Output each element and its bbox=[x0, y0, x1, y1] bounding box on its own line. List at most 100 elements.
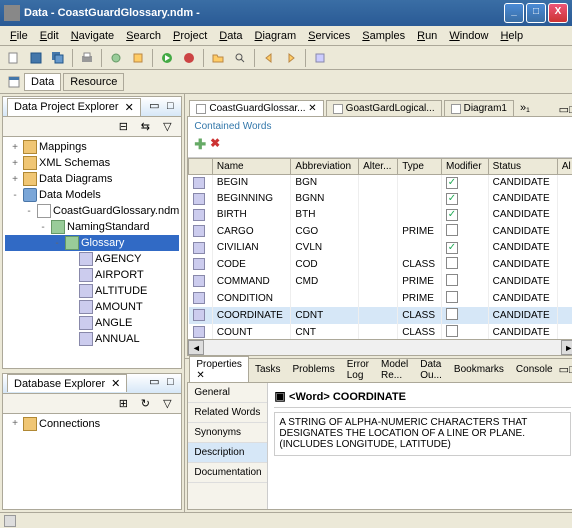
tree-item[interactable]: +Connections bbox=[5, 416, 179, 432]
delete-icon[interactable]: ✖ bbox=[210, 136, 220, 153]
props-nav-synonyms[interactable]: Synonyms bbox=[188, 423, 267, 443]
column-header[interactable]: Alter... bbox=[359, 159, 398, 175]
dbexp-tab[interactable]: Database Explorer ✕ bbox=[7, 374, 127, 392]
menu-edit[interactable]: Edit bbox=[34, 28, 65, 44]
ext-icon[interactable] bbox=[179, 48, 199, 68]
tree-item[interactable]: -CoastGuardGlossary.ndm bbox=[5, 203, 179, 219]
modifier-checkbox[interactable] bbox=[446, 291, 458, 303]
more-tabs[interactable]: »₁ bbox=[516, 100, 534, 116]
minimize-view-icon[interactable]: ▭ bbox=[147, 100, 161, 114]
table-row[interactable]: CARGOCGOPRIMECANDIDATE bbox=[189, 223, 572, 240]
menu-data[interactable]: Data bbox=[213, 28, 248, 44]
maximize-view-icon[interactable]: □ bbox=[163, 100, 177, 114]
tree-item[interactable]: +XML Schemas bbox=[5, 155, 179, 171]
tool2-icon[interactable] bbox=[128, 48, 148, 68]
run-icon[interactable] bbox=[157, 48, 177, 68]
tree-item[interactable]: -NamingStandard bbox=[5, 219, 179, 235]
link-icon[interactable]: ⇆ bbox=[135, 117, 155, 137]
column-header[interactable]: Type bbox=[398, 159, 442, 175]
table-row[interactable]: CODECODCLASSCANDIDATE bbox=[189, 256, 572, 273]
menu-help[interactable]: Help bbox=[494, 28, 529, 44]
editor-tab[interactable]: GoastGardLogical... bbox=[326, 100, 442, 116]
tree-item[interactable]: AGENCY bbox=[5, 251, 179, 267]
table-row[interactable]: COORDINATECDNTCLASSCANDIDATE bbox=[189, 307, 572, 324]
description-field[interactable]: A STRING OF ALPHA-NUMERIC CHARACTERS THA… bbox=[274, 412, 570, 456]
perspective-resource[interactable]: Resource bbox=[63, 73, 124, 91]
new-icon[interactable] bbox=[4, 48, 24, 68]
menu-navigate[interactable]: Navigate bbox=[65, 28, 120, 44]
tree-item[interactable]: +Mappings bbox=[5, 139, 179, 155]
props-nav-relatedwords[interactable]: Related Words bbox=[188, 403, 267, 423]
menu-file[interactable]: File bbox=[4, 28, 34, 44]
scroll-right-icon[interactable]: ► bbox=[561, 340, 572, 355]
horizontal-scrollbar[interactable]: ◄ ► bbox=[188, 339, 572, 355]
props-nav-documentation[interactable]: Documentation bbox=[188, 463, 267, 483]
tree-item[interactable]: -Glossary bbox=[5, 235, 179, 251]
project-tree[interactable]: +Mappings+XML Schemas+Data Diagrams-Data… bbox=[3, 137, 181, 368]
explorer-tab[interactable]: Data Project Explorer ✕ bbox=[7, 98, 141, 116]
modifier-checkbox[interactable]: ✓ bbox=[446, 177, 458, 189]
forward-icon[interactable] bbox=[281, 48, 301, 68]
menu-icon[interactable]: ▽ bbox=[157, 117, 177, 137]
db-refresh-icon[interactable]: ↻ bbox=[135, 393, 155, 413]
search-icon[interactable] bbox=[230, 48, 250, 68]
menu-run[interactable]: Run bbox=[411, 28, 443, 44]
column-header[interactable]: Abbreviation bbox=[291, 159, 359, 175]
modifier-checkbox[interactable] bbox=[446, 224, 458, 236]
tool-icon[interactable] bbox=[106, 48, 126, 68]
table-row[interactable]: CONDITIONPRIMECANDIDATE bbox=[189, 290, 572, 307]
column-header[interactable] bbox=[189, 159, 213, 175]
back-icon[interactable] bbox=[259, 48, 279, 68]
save-icon[interactable] bbox=[26, 48, 46, 68]
tool3-icon[interactable] bbox=[310, 48, 330, 68]
tab-problems[interactable]: Problems bbox=[287, 362, 341, 377]
props-nav-description[interactable]: Description bbox=[188, 443, 267, 463]
column-header[interactable]: Name bbox=[212, 159, 291, 175]
view-ctl-icon[interactable]: ▭ bbox=[559, 103, 569, 116]
modifier-checkbox[interactable]: ✓ bbox=[446, 242, 458, 254]
tree-item[interactable]: AMOUNT bbox=[5, 299, 179, 315]
folder-icon[interactable] bbox=[208, 48, 228, 68]
table-row[interactable]: CIVILIANCVLN✓CANDIDATE bbox=[189, 240, 572, 256]
db-tree[interactable]: +Connections bbox=[3, 414, 181, 509]
close-button[interactable]: X bbox=[548, 3, 568, 23]
tree-item[interactable]: ANNUAL bbox=[5, 331, 179, 347]
print-icon[interactable] bbox=[77, 48, 97, 68]
menu-window[interactable]: Window bbox=[443, 28, 494, 44]
tree-item[interactable]: ALTITUDE bbox=[5, 283, 179, 299]
modifier-checkbox[interactable] bbox=[446, 308, 458, 320]
perspective-data[interactable]: Data bbox=[24, 73, 61, 91]
modifier-checkbox[interactable] bbox=[446, 325, 458, 337]
open-perspective-icon[interactable] bbox=[4, 72, 24, 92]
table-row[interactable]: COUNTCNTCLASSCANDIDATE bbox=[189, 324, 572, 340]
table-row[interactable]: BEGINNINGBGNN✓CANDIDATE bbox=[189, 191, 572, 207]
modifier-checkbox[interactable] bbox=[446, 274, 458, 286]
tab-bookmarks[interactable]: Bookmarks bbox=[448, 362, 510, 377]
tab-console[interactable]: Console bbox=[510, 362, 559, 377]
modifier-checkbox[interactable]: ✓ bbox=[446, 193, 458, 205]
column-header[interactable]: Modifier bbox=[441, 159, 488, 175]
table-row[interactable]: COMMANDCMDPRIMECANDIDATE bbox=[189, 273, 572, 290]
table-row[interactable]: BIRTHBTH✓CANDIDATE bbox=[189, 207, 572, 223]
props-nav-general[interactable]: General bbox=[188, 383, 267, 403]
tab-modelre[interactable]: Model Re... bbox=[375, 357, 414, 383]
menu-samples[interactable]: Samples bbox=[356, 28, 411, 44]
column-header[interactable]: Al bbox=[557, 159, 572, 175]
menu-search[interactable]: Search bbox=[120, 28, 167, 44]
tab-dataou[interactable]: Data Ou... bbox=[414, 357, 448, 383]
tree-item[interactable]: -Data Models bbox=[5, 187, 179, 203]
modifier-checkbox[interactable]: ✓ bbox=[446, 209, 458, 221]
minimize-view-icon[interactable]: ▭ bbox=[147, 376, 161, 390]
maximize-view-icon[interactable]: □ bbox=[163, 376, 177, 390]
column-header[interactable]: Status bbox=[488, 159, 557, 175]
words-grid[interactable]: NameAbbreviationAlter...TypeModifierStat… bbox=[188, 157, 572, 339]
editor-tab[interactable]: Diagram1 bbox=[444, 100, 514, 116]
tree-item[interactable]: AIRPORT bbox=[5, 267, 179, 283]
menu-project[interactable]: Project bbox=[167, 28, 213, 44]
db-tool-icon[interactable]: ⊞ bbox=[113, 393, 133, 413]
minimize-view-icon[interactable]: ▭ bbox=[559, 363, 569, 376]
menu-diagram[interactable]: Diagram bbox=[249, 28, 303, 44]
collapse-icon[interactable]: ⊟ bbox=[113, 117, 133, 137]
editor-tab[interactable]: CoastGuardGlossar... ✕ bbox=[189, 100, 323, 116]
tree-item[interactable]: +Data Diagrams bbox=[5, 171, 179, 187]
